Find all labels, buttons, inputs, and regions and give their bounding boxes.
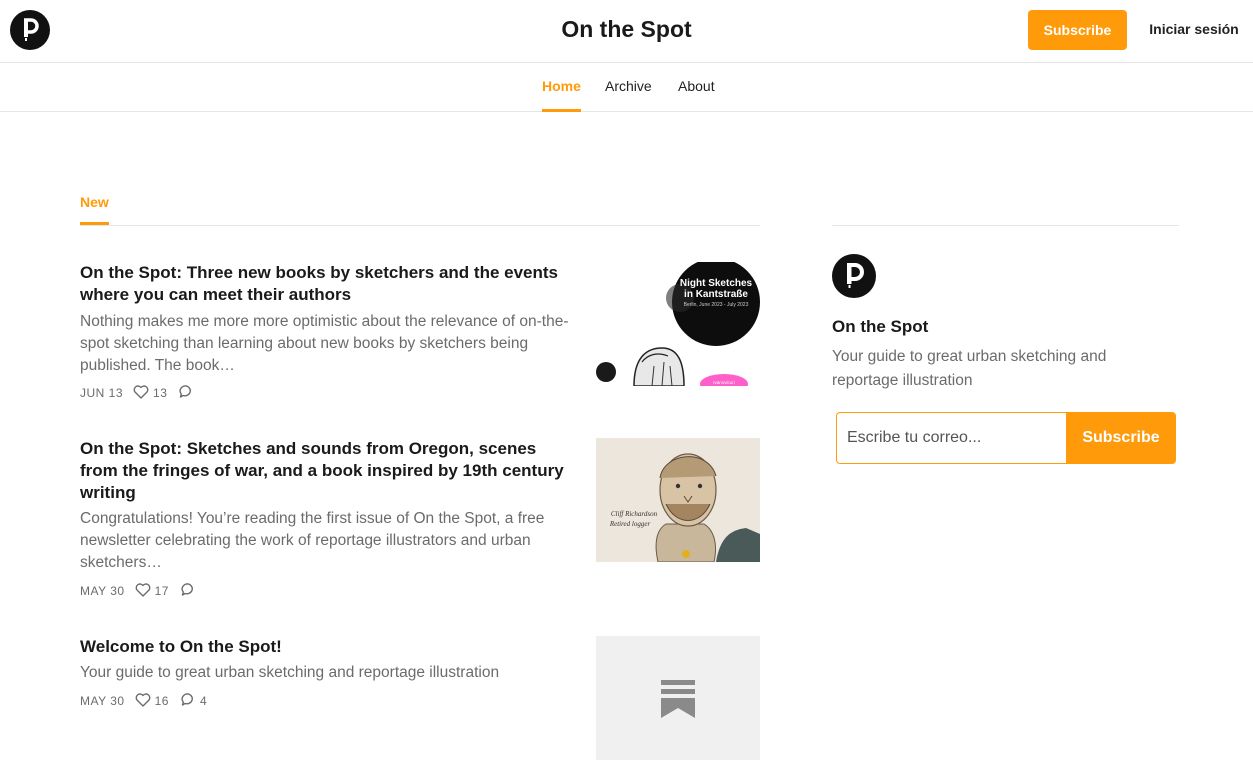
comment-icon[interactable] <box>179 384 194 402</box>
substack-bookmark-icon <box>661 680 695 718</box>
tab-divider <box>80 225 760 226</box>
thumb-pink-label: Ivanovicuri <box>713 380 735 385</box>
sidebar-title: On the Spot <box>832 317 929 336</box>
like-count: 13 <box>153 386 168 400</box>
sign-in-link[interactable]: Iniciar sesión <box>1140 21 1248 37</box>
comment-icon[interactable] <box>181 582 196 600</box>
post-thumbnail-placeholder[interactable] <box>596 636 760 760</box>
email-input[interactable] <box>836 412 1068 464</box>
sidebar-description: Your guide to great urban sketching and … <box>832 348 1107 389</box>
tab-new[interactable]: New <box>80 194 109 210</box>
thumb-book-title-2: in Kantstraße <box>684 289 748 300</box>
post-date: JUN 13 <box>80 386 124 400</box>
post-subtitle: Congratulations! You’re reading the firs… <box>80 510 545 571</box>
post-item[interactable]: On the Spot: Sketches and sounds from Or… <box>80 438 760 598</box>
thumb-caption-role: Retired logger <box>609 520 651 528</box>
heart-icon[interactable] <box>135 692 151 710</box>
heart-icon[interactable] <box>133 384 149 402</box>
nav-archive[interactable]: Archive <box>605 78 652 94</box>
post-title[interactable]: On the Spot: Three new books by sketcher… <box>80 262 570 306</box>
like-count: 16 <box>154 694 169 708</box>
nav-home[interactable]: Home <box>542 78 581 94</box>
thumb-caption-name: Cliff Richardson <box>611 510 658 518</box>
top-bar: On the Spot Subscribe Iniciar sesión <box>0 0 1253 63</box>
thumb-book-title-1: Night Sketches <box>680 278 753 289</box>
post-meta: MAY 30 17 <box>80 582 200 600</box>
post-meta: JUN 13 13 <box>80 384 198 402</box>
post-thumbnail[interactable]: Night Sketches in Kantstraße Berlin, Jun… <box>596 262 760 386</box>
post-date: MAY 30 <box>80 584 125 598</box>
post-title[interactable]: Welcome to On the Spot! <box>80 636 570 658</box>
nav-about[interactable]: About <box>678 78 715 94</box>
post-title[interactable]: On the Spot: Sketches and sounds from Or… <box>80 438 570 504</box>
main-nav: Home Archive About <box>0 63 1253 112</box>
like-count: 17 <box>154 584 169 598</box>
post-subtitle: Nothing makes me more more optimistic ab… <box>80 313 569 374</box>
post-item[interactable]: On the Spot: Three new books by sketcher… <box>80 262 760 402</box>
comment-icon[interactable] <box>181 692 196 710</box>
post-item[interactable]: Welcome to On the Spot! Your guide to gr… <box>80 636 760 760</box>
post-date: MAY 30 <box>80 694 125 708</box>
post-meta: MAY 30 16 4 <box>80 692 219 710</box>
post-subtitle: Your guide to great urban sketching and … <box>80 664 500 681</box>
nav-active-indicator <box>542 109 581 112</box>
sidebar-divider <box>832 225 1179 226</box>
thumb-book-dates: Berlin, June 2023 - July 2023 <box>684 302 749 308</box>
subscribe-button[interactable]: Subscribe <box>1028 10 1127 50</box>
sidebar-subscribe-button[interactable]: Subscribe <box>1066 412 1176 464</box>
comment-count: 4 <box>199 694 208 708</box>
post-thumbnail[interactable]: Cliff Richardson Retired logger <box>596 438 760 562</box>
heart-icon[interactable] <box>135 582 151 600</box>
sidebar-logo-icon[interactable] <box>832 254 876 298</box>
